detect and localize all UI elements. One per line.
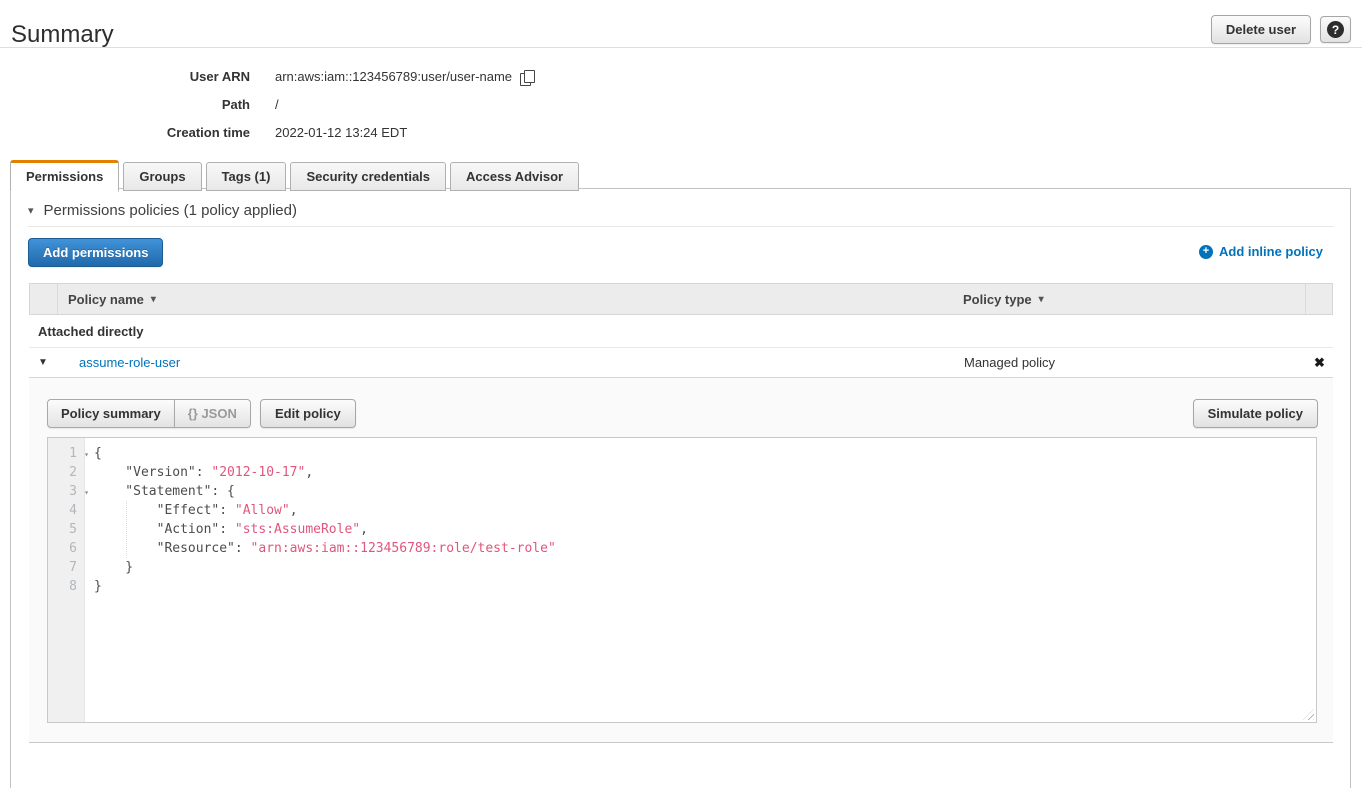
- policy-type-header-label: Policy type: [963, 292, 1032, 307]
- caret-down-icon: ▾: [151, 294, 156, 305]
- code-line: 5 "Action": "sts:AssumeRole",: [48, 520, 1302, 539]
- caret-down-icon: ▾: [1039, 294, 1044, 305]
- editor-lines: 1▾ { 2 "Version": "2012-10-17", 3▾ "Stat…: [48, 444, 1302, 596]
- code-line: 3▾ "Statement": {: [48, 482, 1302, 501]
- tab-groups[interactable]: Groups: [123, 162, 201, 191]
- json-view-button[interactable]: {} JSON: [174, 399, 251, 428]
- triangle-down-icon: ▼: [38, 357, 48, 368]
- policy-name-header-label: Policy name: [68, 292, 144, 307]
- header-divider: [0, 47, 1362, 48]
- code-line: 6 "Resource": "arn:aws:iam::123456789:ro…: [48, 539, 1302, 558]
- policy-summary-view-button[interactable]: Policy summary: [47, 399, 175, 428]
- actions-column-header: [1305, 284, 1332, 314]
- permissions-tab-panel: ▾ Permissions policies (1 policy applied…: [10, 188, 1351, 788]
- policy-name-column-header[interactable]: Policy name ▾: [58, 292, 953, 307]
- add-inline-policy-link[interactable]: + Add inline policy: [1199, 244, 1323, 259]
- code-line: 7 }: [48, 558, 1302, 577]
- policy-view-switcher: Policy summary {} JSON: [47, 399, 251, 428]
- user-arn-label: User ARN: [0, 69, 250, 84]
- code-line: 4 "Effect": "Allow",: [48, 501, 1302, 520]
- attached-directly-group-row: Attached directly: [29, 315, 1333, 348]
- policy-name-link[interactable]: assume-role-user: [57, 355, 954, 370]
- line-number: 6: [48, 539, 85, 558]
- copy-icon[interactable]: [520, 70, 533, 84]
- help-button[interactable]: ?: [1320, 16, 1351, 43]
- path-label: Path: [0, 97, 250, 112]
- policy-json-editor[interactable]: 1▾ { 2 "Version": "2012-10-17", 3▾ "Stat…: [47, 437, 1317, 723]
- add-inline-policy-label: Add inline policy: [1219, 244, 1323, 259]
- path-row: Path /: [0, 97, 279, 112]
- group-row-label: Attached directly: [38, 324, 143, 339]
- policy-type-column-header[interactable]: Policy type ▾: [953, 292, 1305, 307]
- fold-arrow-icon[interactable]: ▾: [84, 445, 89, 464]
- code-line: 2 "Version": "2012-10-17",: [48, 463, 1302, 482]
- code-line: 8 }: [48, 577, 1302, 596]
- policy-table-row: ▼ assume-role-user Managed policy ✖: [29, 348, 1333, 378]
- header-actions: Delete user ?: [1211, 15, 1351, 44]
- help-icon: ?: [1327, 21, 1344, 38]
- path-value: /: [275, 97, 279, 112]
- row-expand-toggle[interactable]: ▼: [29, 357, 57, 368]
- expand-column-header: [30, 284, 58, 314]
- simulate-policy-button[interactable]: Simulate policy: [1193, 399, 1318, 428]
- section-divider: [28, 226, 1334, 227]
- fold-arrow-icon[interactable]: ▾: [84, 483, 89, 502]
- add-permissions-button[interactable]: Add permissions: [28, 238, 163, 267]
- section-title: Permissions policies (1 policy applied): [44, 202, 297, 219]
- policy-type-value: Managed policy: [954, 355, 1306, 370]
- detach-policy-button[interactable]: ✖: [1314, 355, 1325, 370]
- caret-down-icon: ▾: [28, 204, 34, 217]
- editor-resize-handle[interactable]: [1303, 709, 1314, 720]
- tab-security-credentials[interactable]: Security credentials: [290, 162, 446, 191]
- tab-bar: Permissions Groups Tags (1) Security cre…: [10, 160, 579, 191]
- edit-policy-button[interactable]: Edit policy: [260, 399, 356, 428]
- policies-table-header: Policy name ▾ Policy type ▾: [29, 283, 1333, 315]
- user-arn-row: User ARN arn:aws:iam::123456789:user/use…: [0, 69, 533, 84]
- line-number: 1: [69, 446, 77, 461]
- page-title: Summary: [11, 21, 114, 49]
- close-icon: ✖: [1314, 355, 1325, 370]
- creation-time-label: Creation time: [0, 125, 250, 140]
- delete-user-button[interactable]: Delete user: [1211, 15, 1311, 44]
- line-number: 3: [69, 484, 77, 499]
- line-number: 2: [48, 463, 85, 482]
- line-number: 8: [48, 577, 85, 596]
- creation-time-value: 2022-01-12 13:24 EDT: [275, 125, 407, 140]
- policies-table: Policy name ▾ Policy type ▾ Attached dir…: [29, 283, 1333, 743]
- user-arn-value: arn:aws:iam::123456789:user/user-name: [275, 69, 512, 84]
- policy-detail-expanded-area: Policy summary {} JSON Edit policy Simul…: [29, 378, 1333, 743]
- tab-permissions[interactable]: Permissions: [10, 160, 119, 192]
- iam-user-summary-page: Summary Delete user ? User ARN arn:aws:i…: [0, 0, 1362, 766]
- line-number: 4: [48, 501, 85, 520]
- code-line: 1▾ {: [48, 444, 1302, 463]
- permissions-policies-section-toggle[interactable]: ▾ Permissions policies (1 policy applied…: [28, 202, 297, 219]
- tab-access-advisor[interactable]: Access Advisor: [450, 162, 579, 191]
- plus-icon: +: [1199, 245, 1213, 259]
- line-number: 5: [48, 520, 85, 539]
- tab-tags[interactable]: Tags (1): [206, 162, 287, 191]
- line-number: 7: [48, 558, 85, 577]
- creation-time-row: Creation time 2022-01-12 13:24 EDT: [0, 125, 407, 140]
